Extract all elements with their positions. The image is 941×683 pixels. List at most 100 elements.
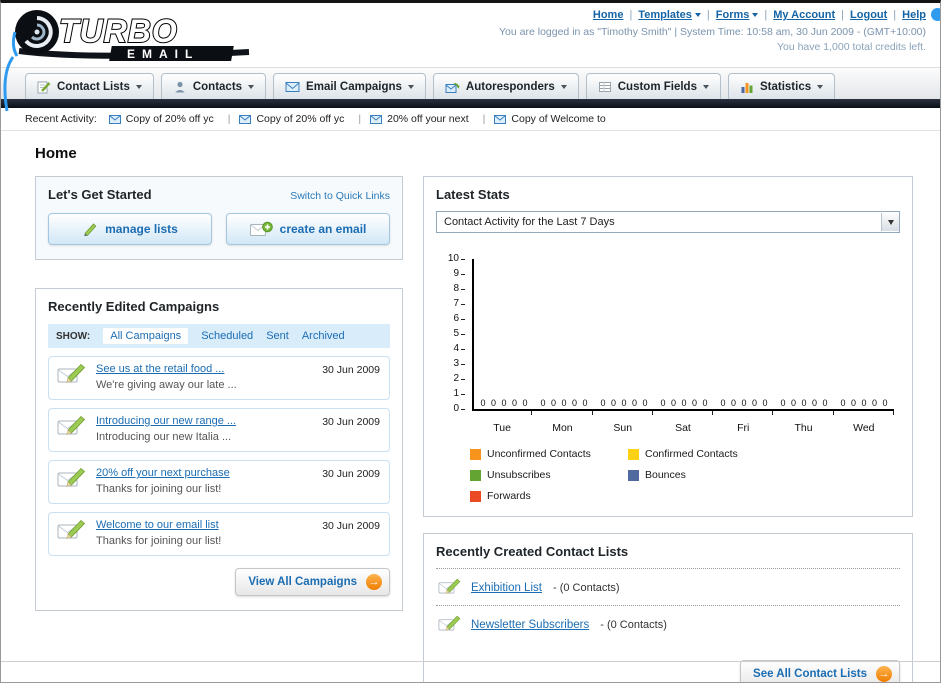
create-email-button[interactable]: create an email (226, 213, 390, 245)
chart-legend: Unconfirmed Contacts Confirmed Contacts … (470, 448, 900, 502)
chart-x-ticks (472, 411, 894, 415)
recent-activity-text: Copy of Welcome to (511, 113, 606, 125)
contact-list-row[interactable]: Exhibition List - (0 Contacts) (436, 569, 900, 606)
recent-activity-item[interactable]: Copy of Welcome to (494, 113, 610, 125)
recent-activity-item[interactable]: Copy of 20% off yc (239, 113, 370, 125)
campaign-row[interactable]: Introducing our new range ... Introducin… (48, 408, 390, 452)
contacts-icon (175, 81, 185, 92)
envelope-icon (108, 114, 121, 124)
contact-activity-chart: 10 9 8 7 6 5 4 3 2 1 0 0 0 0 0 0 0 0 0 0… (436, 254, 900, 434)
campaign-subtitle: We're giving away our late ... (96, 379, 237, 391)
nav-tab-custom-fields[interactable]: Custom Fields (585, 73, 721, 99)
recent-activity-text: 20% off your next (387, 113, 469, 125)
chevron-down-icon (752, 13, 759, 17)
y-tick-label: 1 (453, 389, 465, 399)
contact-list-link[interactable]: Exhibition List (471, 582, 542, 594)
recent-activity-bar: Recent Activity: Copy of 20% off yc Copy… (1, 108, 940, 131)
y-tick-label: 7 (453, 299, 465, 309)
my-account-link[interactable]: My Account (773, 9, 835, 21)
recent-activity-text: Copy of 20% off yc (256, 113, 345, 125)
header-right: Home Templates Forms My Account Logout (499, 9, 926, 53)
forms-link[interactable]: Forms (716, 9, 750, 21)
contact-list-detail: - (0 Contacts) (600, 618, 667, 631)
view-all-campaigns-button[interactable]: View All Campaigns (235, 568, 390, 596)
get-started-title: Let's Get Started (48, 187, 152, 202)
nav-tab-contact-lists[interactable]: Contact Lists (25, 73, 154, 99)
home-link[interactable]: Home (593, 9, 624, 21)
y-tick-label: 0 (453, 404, 465, 414)
tab-sent[interactable]: Sent (266, 330, 289, 342)
right-column: Latest Stats Contact Activity for the La… (423, 176, 913, 682)
stats-period-dropdown[interactable]: Contact Activity for the Last 7 Days (436, 211, 900, 233)
bar-value-labels: 0 0 0 0 0 (540, 398, 588, 408)
legend-label: Unconfirmed Contacts (487, 448, 591, 460)
custom-fields-icon (598, 81, 611, 92)
campaign-title-link[interactable]: Welcome to our email list (96, 519, 221, 531)
campaign-filter-strip: SHOW: All Campaigns Scheduled Sent Archi… (48, 324, 390, 348)
campaign-subtitle: Thanks for joining our list! (96, 535, 222, 547)
manage-lists-button[interactable]: manage lists (48, 213, 212, 245)
campaign-row[interactable]: Welcome to our email list Thanks for joi… (48, 512, 390, 556)
bar-value-labels: 0 0 0 0 0 (480, 398, 528, 408)
campaign-envelope-pencil-icon (57, 415, 86, 435)
nav-tab-contacts[interactable]: Contacts (160, 73, 267, 99)
campaign-title-link[interactable]: See us at the retail food ... (96, 363, 237, 375)
latest-stats-title: Latest Stats (436, 187, 510, 202)
campaign-date: 30 Jun 2009 (322, 468, 380, 480)
campaigns-title: Recently Edited Campaigns (48, 299, 220, 314)
top-link-templates: Templates (638, 9, 715, 21)
nav-tab-statistics[interactable]: Statistics (727, 73, 836, 99)
nav-tab-label: Statistics (759, 80, 812, 93)
top-link-forms: Forms (716, 9, 773, 21)
tab-scheduled[interactable]: Scheduled (201, 330, 253, 342)
contact-list-link[interactable]: Newsletter Subscribers (471, 619, 589, 631)
legend-swatch-forwards (470, 490, 481, 502)
chevron-down-icon (135, 84, 142, 89)
campaign-subtitle: Thanks for joining our list! (96, 483, 222, 495)
chart-plot-area: 0 0 0 0 0 0 0 0 0 0 0 0 0 0 0 0 0 0 0 0 … (472, 259, 894, 411)
bar-value-labels: 0 0 0 0 0 (660, 398, 708, 408)
chevron-down-icon (702, 84, 709, 89)
bar-value-labels: 0 0 0 0 0 (720, 398, 768, 408)
campaign-row[interactable]: See us at the retail food ... We're givi… (48, 356, 390, 400)
turbo-email-logo[interactable]: TURBO EMAIL (7, 5, 262, 63)
campaign-row[interactable]: 20% off your next purchase Thanks for jo… (48, 460, 390, 504)
contact-list-row[interactable]: Newsletter Subscribers - (0 Contacts) (436, 606, 900, 642)
footer-divider (1, 661, 940, 662)
recent-activity-item[interactable]: 20% off your next (370, 113, 494, 125)
switch-quick-links-link[interactable]: Switch to Quick Links (290, 190, 390, 202)
latest-stats-panel: Latest Stats Contact Activity for the La… (423, 176, 913, 517)
chevron-down-icon (817, 84, 824, 89)
recent-activity-label: Recent Activity: (25, 113, 97, 125)
chart-x-axis: Tue Mon Sun Sat Fri Thu Wed (472, 422, 894, 434)
recent-activity-item[interactable]: Copy of 20% off yc (108, 113, 240, 125)
y-tick-label: 4 (453, 344, 465, 354)
campaign-date: 30 Jun 2009 (322, 520, 380, 532)
list-envelope-pencil-icon (438, 615, 461, 631)
logout-link[interactable]: Logout (850, 9, 887, 21)
campaign-envelope-pencil-icon (57, 363, 86, 383)
see-all-contact-lists-label: See All Contact Lists (753, 668, 867, 680)
campaign-title-link[interactable]: 20% off your next purchase (96, 467, 230, 479)
logo-swoosh-decoration (3, 56, 15, 112)
templates-link[interactable]: Templates (638, 9, 692, 21)
envelope-icon (239, 114, 252, 124)
y-tick-label: 3 (453, 359, 465, 369)
tab-all-campaigns[interactable]: All Campaigns (103, 328, 189, 344)
y-tick-label: 8 (453, 284, 465, 294)
help-link[interactable]: Help (902, 9, 926, 21)
pencil-icon (84, 223, 97, 237)
nav-tab-autoresponders[interactable]: Autoresponders (432, 73, 579, 99)
see-all-contact-lists-button[interactable]: See All Contact Lists (740, 660, 900, 682)
x-axis-label: Thu (794, 422, 813, 434)
dropdown-arrow-icon (881, 213, 899, 231)
autoresponders-icon (445, 82, 460, 93)
legend-label: Bounces (645, 469, 686, 481)
campaign-title-link[interactable]: Introducing our new range ... (96, 415, 236, 427)
nav-tab-email-campaigns[interactable]: Email Campaigns (273, 73, 426, 99)
main-content: Home Let's Get Started Switch to Quick L… (1, 131, 940, 682)
tab-archived[interactable]: Archived (302, 330, 345, 342)
statistics-icon (741, 82, 753, 93)
top-nav-links: Home Templates Forms My Account Logout (499, 9, 926, 21)
top-link-logout: Logout (850, 9, 902, 21)
